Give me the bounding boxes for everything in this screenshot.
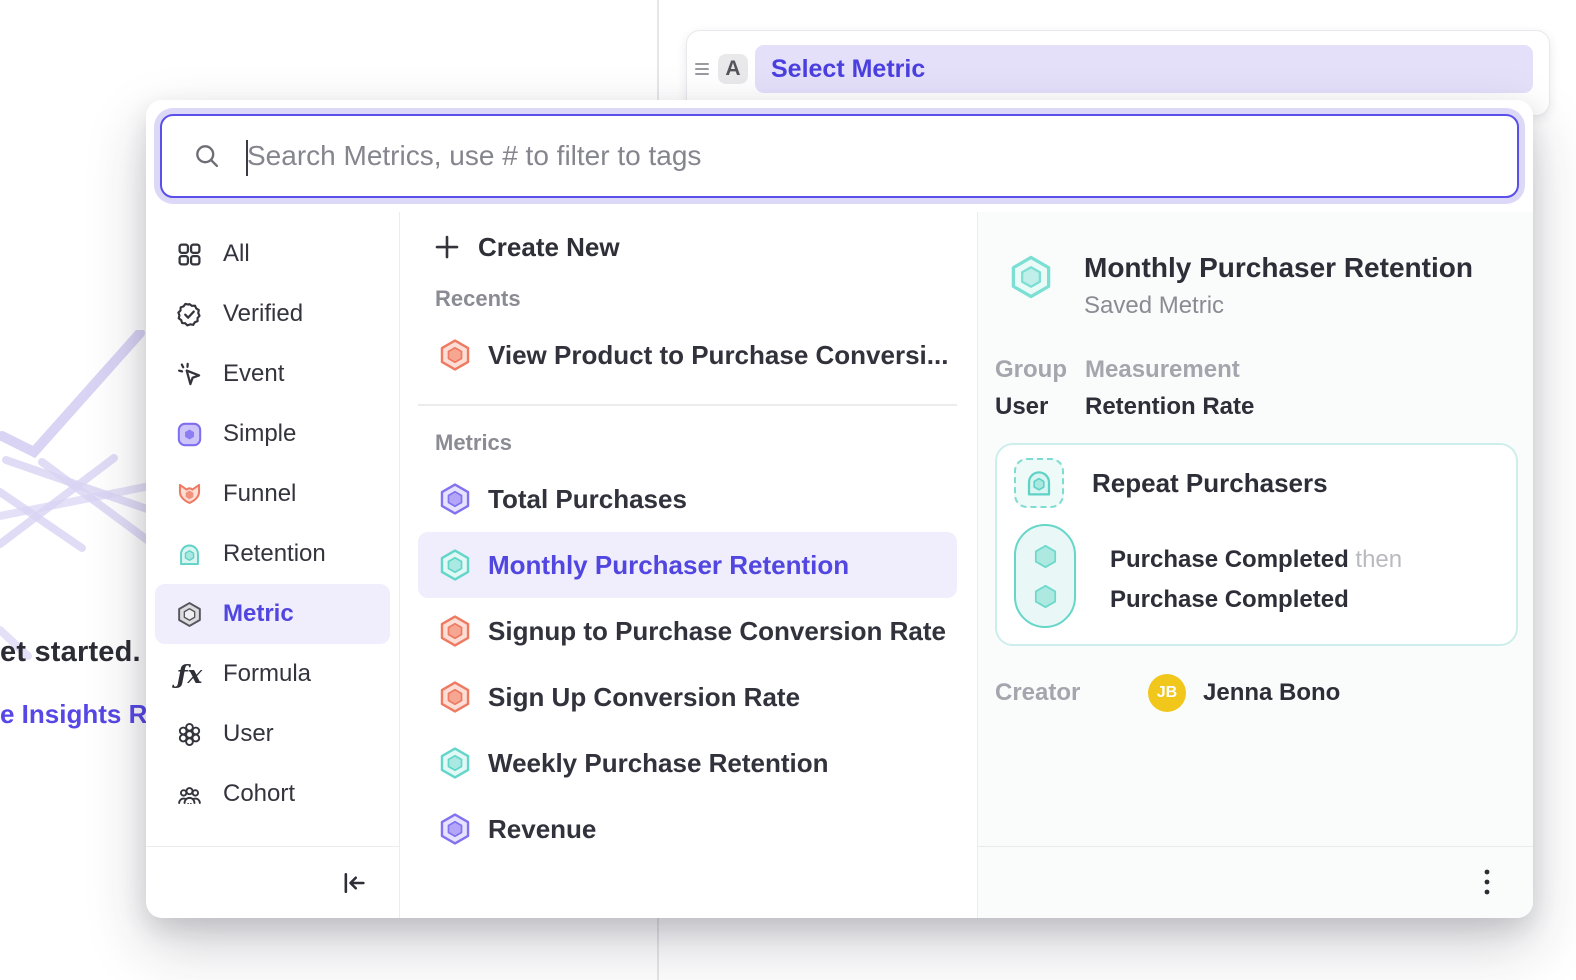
filter-sidebar: All Verified [146, 212, 400, 918]
group-value: User [995, 393, 1085, 421]
verified-badge-icon [176, 301, 203, 328]
metric-item-total-purchases[interactable]: Total Purchases [418, 466, 957, 532]
sidebar-item-label: Retention [223, 540, 326, 568]
hexagon-icon [438, 548, 472, 582]
metric-item-label: Monthly Purchaser Retention [488, 550, 849, 581]
creator-avatar: JB [1148, 674, 1186, 712]
metric-item-label: Weekly Purchase Retention [488, 748, 829, 779]
metric-item-label: Total Purchases [488, 484, 687, 515]
text-cursor [246, 140, 248, 176]
sidebar-item-label: Formula [223, 660, 311, 688]
sidebar-item-label: Simple [223, 420, 296, 448]
metric-item-signup-to-purchase-conversion[interactable]: Signup to Purchase Conversion Rate [418, 598, 957, 664]
retention-step-2: Purchase Completed [1110, 580, 1402, 620]
sidebar-item-label: Verified [223, 300, 303, 328]
retention-dashed-icon [1014, 458, 1064, 508]
background-insights-report-link[interactable]: e Insights Re [0, 699, 162, 730]
hexagon-icon [438, 746, 472, 780]
metric-item-label: Signup to Purchase Conversion Rate [488, 616, 946, 647]
event-cursor-icon [176, 361, 203, 388]
formula-fx-icon: ƒx [176, 661, 203, 688]
metric-detail-panel: Monthly Purchaser Retention Saved Metric… [978, 212, 1533, 918]
hexagon-icon [438, 812, 472, 846]
sidebar-item-retention[interactable]: Retention [155, 524, 390, 584]
sidebar-item-label: Metric [223, 600, 294, 628]
sidebar-item-funnel[interactable]: Funnel [155, 464, 390, 524]
plus-icon [432, 232, 462, 262]
sidebar-item-label: User [223, 720, 274, 748]
sidebar-footer [146, 846, 399, 918]
kebab-menu-icon[interactable] [1473, 866, 1501, 900]
metric-hexagon-icon [176, 601, 203, 628]
search-icon [193, 142, 221, 170]
sidebar-item-metric[interactable]: Metric [155, 584, 390, 644]
creator-name: Jenna Bono [1203, 679, 1340, 707]
metric-item-monthly-purchaser-retention[interactable]: Monthly Purchaser Retention [418, 532, 957, 598]
measurement-value: Retention Rate [1085, 393, 1254, 421]
metric-item-label: View Product to Purchase Conversi... [488, 340, 948, 371]
metric-item-weekly-purchase-retention[interactable]: Weekly Purchase Retention [418, 730, 957, 796]
funnel-icon [176, 481, 203, 508]
metric-item-revenue[interactable]: Revenue [418, 796, 957, 862]
collapse-sidebar-icon[interactable] [339, 868, 369, 898]
hexagon-icon [438, 482, 472, 516]
recent-metric-item[interactable]: View Product to Purchase Conversi... [418, 322, 957, 388]
simple-metric-icon [176, 421, 203, 448]
search-input[interactable] [247, 140, 1497, 172]
cohort-people-icon [176, 781, 203, 808]
metric-detail-title: Monthly Purchaser Retention [1084, 252, 1473, 284]
sidebar-item-label: Event [223, 360, 284, 388]
recents-header: Recents [435, 286, 957, 312]
repeat-purchasers-title: Repeat Purchasers [1092, 468, 1328, 499]
metric-item-sign-up-conversion-rate[interactable]: Sign Up Conversion Rate [418, 664, 957, 730]
step-connector: then [1355, 546, 1402, 573]
creator-label: Creator [995, 679, 1148, 707]
drag-handle-icon[interactable] [693, 59, 711, 79]
hexagon-icon [438, 338, 472, 372]
hexagon-icon [438, 614, 472, 648]
repeat-purchasers-card: Repeat Purchasers Purchase Completed the… [995, 443, 1518, 646]
retention-icon [176, 541, 203, 568]
sidebar-item-event[interactable]: Event [155, 344, 390, 404]
sidebar-item-cohort[interactable]: Cohort [155, 764, 390, 824]
grid-icon [176, 241, 203, 268]
metric-item-label: Revenue [488, 814, 596, 845]
group-label: Group [995, 356, 1085, 384]
hexagon-icon [438, 680, 472, 714]
background-chart-lines-decoration [0, 330, 152, 670]
hexagon-icon [1032, 583, 1059, 610]
metrics-header: Metrics [435, 430, 957, 456]
background-partial-heading: et started. [0, 636, 141, 669]
retention-step-1: Purchase Completed then [1110, 540, 1402, 580]
metric-detail-subtitle: Saved Metric [1084, 292, 1473, 320]
sidebar-item-label: All [223, 240, 250, 268]
metric-item-label: Sign Up Conversion Rate [488, 682, 800, 713]
metric-detail-hexagon-icon [1008, 254, 1054, 300]
sidebar-item-label: Funnel [223, 480, 296, 508]
sidebar-item-label: Cohort [223, 780, 295, 808]
sidebar-item-all[interactable]: All [155, 224, 390, 284]
sidebar-item-verified[interactable]: Verified [155, 284, 390, 344]
detail-footer [978, 846, 1533, 918]
create-new-label: Create New [478, 232, 620, 263]
retention-steps-pill [1014, 524, 1076, 628]
hexagon-icon [1032, 543, 1059, 570]
sidebar-item-formula[interactable]: ƒx Formula [155, 644, 390, 704]
measurement-label: Measurement [1085, 356, 1254, 384]
sidebar-item-user[interactable]: User [155, 704, 390, 764]
user-cluster-icon [176, 721, 203, 748]
create-new-button[interactable]: Create New [418, 216, 957, 278]
sidebar-item-simple[interactable]: Simple [155, 404, 390, 464]
select-metric-button[interactable]: Select Metric [755, 45, 1533, 93]
metric-list-panel: Create New Recents View Product to Purch… [400, 212, 978, 918]
search-box [160, 114, 1519, 198]
metric-picker-modal: All Verified [146, 100, 1533, 918]
section-divider [418, 404, 957, 406]
metric-block-badge[interactable]: A [718, 54, 748, 84]
